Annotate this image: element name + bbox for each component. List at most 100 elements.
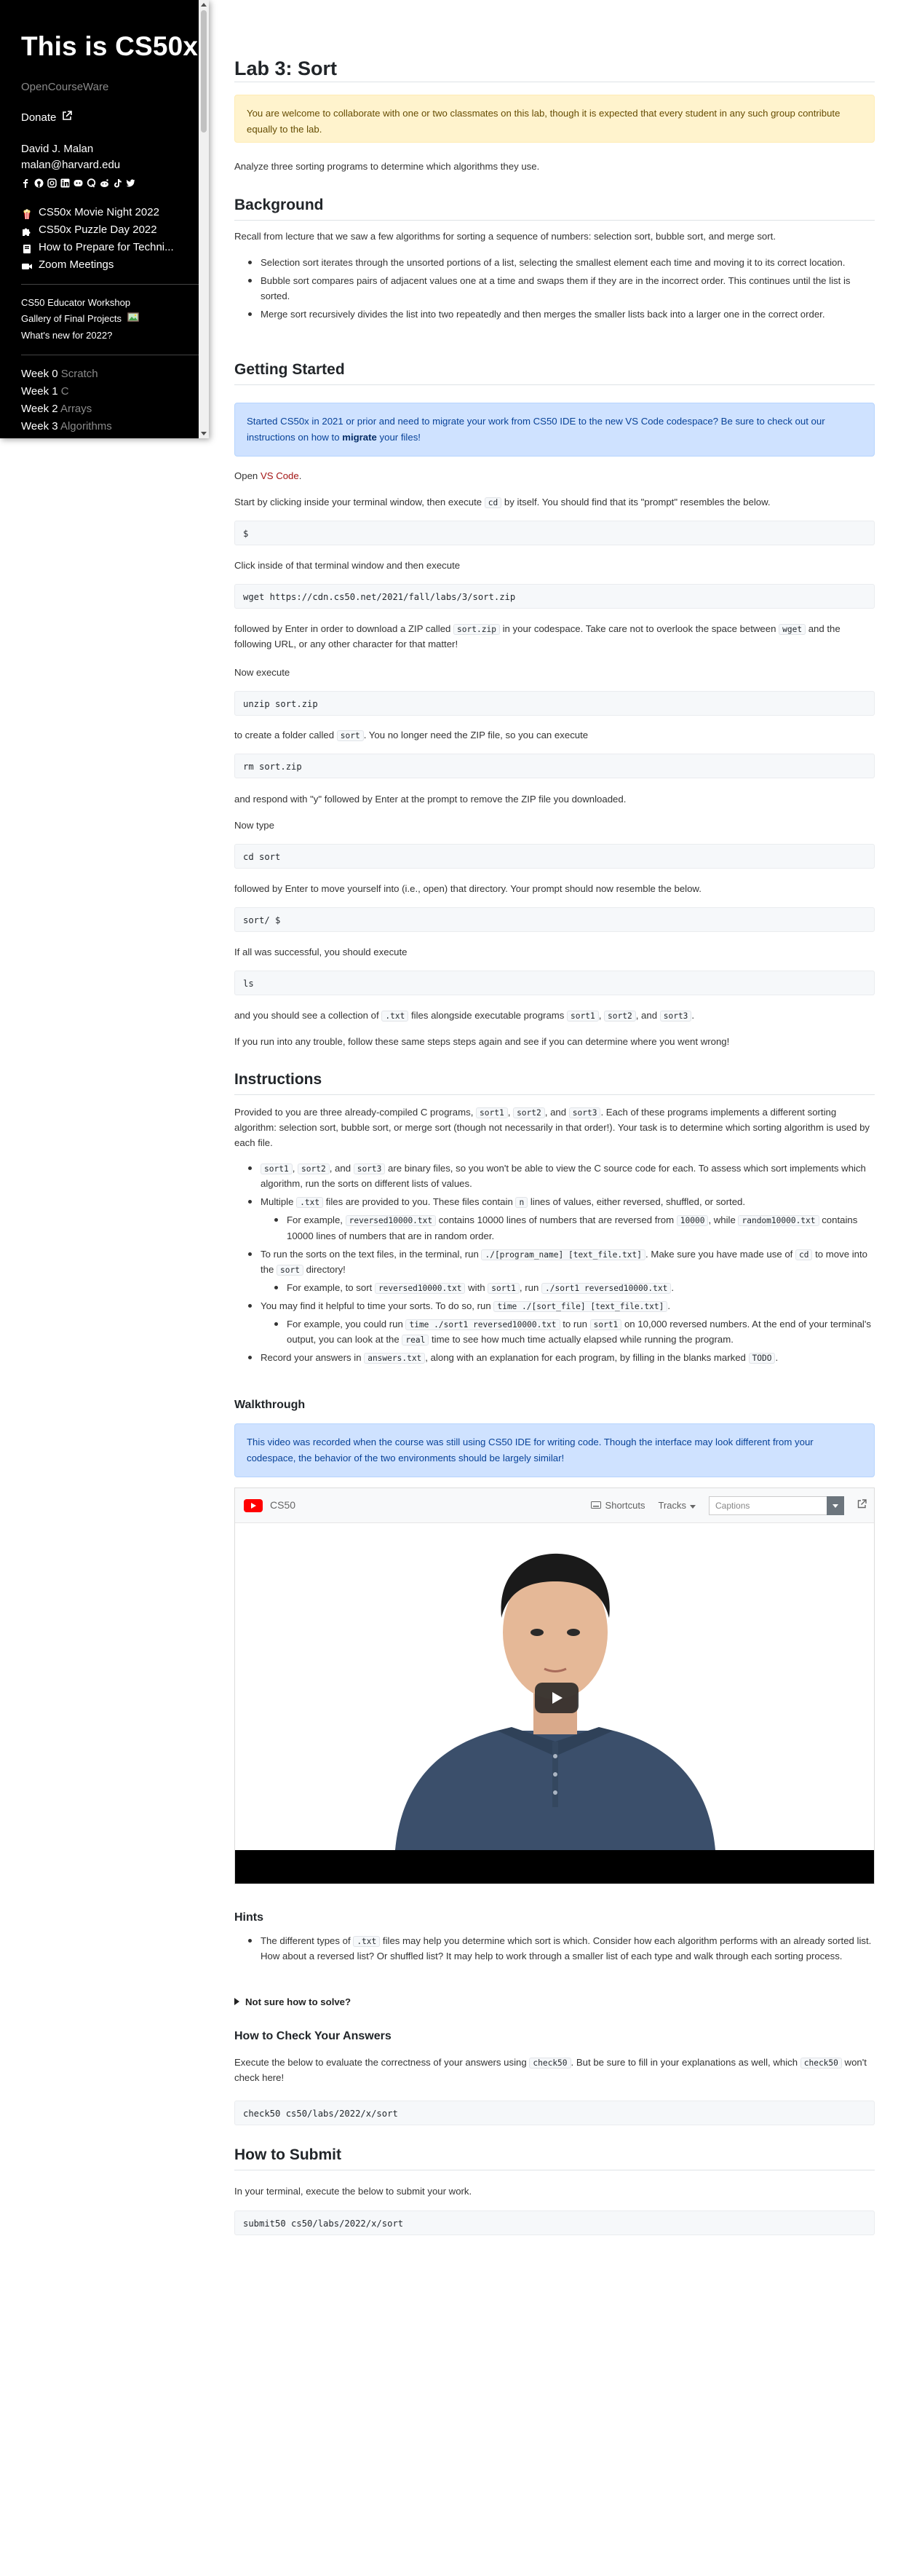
sidebar: This is CS50x OpenCourseWare Donate Davi… [0, 0, 209, 438]
instagram-icon[interactable] [47, 177, 57, 188]
sidebar-item-puzzle-day[interactable]: CS50x Puzzle Day 2022 [21, 221, 209, 239]
captions-dropdown-button[interactable] [827, 1496, 844, 1515]
inline-code: ./[program_name] [text_file.txt] [481, 1249, 646, 1260]
code-block[interactable]: sort/ $ [234, 907, 875, 932]
video-channel-name[interactable]: CS50 [270, 1498, 295, 1513]
inline-code: time ./sort1 reversed10000.txt [405, 1319, 560, 1331]
popcorn-icon [21, 208, 33, 219]
sidebar-item-educator-workshop[interactable]: CS50 Educator Workshop [21, 295, 209, 312]
open-external-icon[interactable] [857, 1498, 867, 1513]
sidebar-item-movie-night[interactable]: CS50x Movie Night 2022 [21, 204, 209, 221]
chevron-down-icon [690, 1498, 696, 1513]
discord-icon[interactable] [73, 177, 83, 186]
open-vscode-text: Open VS Code. [234, 468, 875, 483]
sidebar-divider [21, 283, 200, 285]
text: . [298, 470, 302, 481]
tiktok-icon[interactable] [113, 177, 122, 188]
sidebar-scrollbar[interactable] [199, 0, 209, 438]
week-topic: C [60, 384, 69, 398]
video-letterbox [235, 1850, 874, 1884]
scroll-down-arrow-icon[interactable] [201, 432, 207, 435]
tracks-dropdown[interactable]: Tracks [658, 1498, 696, 1513]
inline-code: ./sort1 reversed10000.txt [541, 1282, 672, 1294]
sidebar-item-label: CS50x Movie Night 2022 [39, 205, 159, 218]
reddit-icon[interactable] [100, 177, 109, 187]
list-item: Multiple .txt files are provided to you.… [234, 1194, 875, 1209]
site-title[interactable]: This is CS50x [21, 31, 209, 62]
text: For example, to sort [287, 1281, 375, 1293]
week-list: Week 0 Scratch Week 1 C Week 2 Arrays We… [21, 366, 209, 435]
sidebar-item-week-0[interactable]: Week 0 Scratch [21, 366, 209, 383]
code-block[interactable]: unzip sort.zip [234, 691, 875, 716]
sidebar-item-week-1[interactable]: Week 1 C [21, 383, 209, 400]
migrate-link[interactable]: migrate [342, 432, 377, 443]
sidebar-item-gallery[interactable]: Gallery of Final Projects [21, 311, 209, 328]
donate-link[interactable]: Donate [21, 110, 209, 127]
sidebar-item-zoom-meetings[interactable]: Zoom Meetings [21, 256, 209, 274]
inline-code: sort1 [589, 1319, 622, 1331]
github-icon[interactable] [34, 177, 44, 188]
puzzle-icon [21, 225, 33, 236]
code-block[interactable]: $ [234, 521, 875, 545]
sidebar-item-week-2[interactable]: Week 2 Arrays [21, 400, 209, 418]
extras-list: CS50 Educator Workshop Gallery of Final … [21, 295, 209, 344]
page-title: Lab 3: Sort [234, 58, 338, 79]
shortcuts-button[interactable]: Shortcuts [590, 1498, 645, 1513]
text: . [671, 1281, 675, 1293]
sidebar-item-prepare-interviews[interactable]: How to Prepare for Techni... [21, 239, 209, 256]
scrollbar-thumb[interactable] [201, 10, 207, 133]
sidebar-item-label: How to Prepare for Techni... [39, 240, 174, 253]
text: . But be sure to fill in your explanatio… [571, 2057, 800, 2068]
video-player[interactable]: CS50 Shortcuts Tracks Captions [234, 1487, 875, 1884]
sidebar-item-week-3[interactable]: Week 3 Algorithms [21, 418, 209, 435]
instructions-heading: Instructions [234, 1071, 322, 1088]
video-toolbar: CS50 Shortcuts Tracks Captions [235, 1488, 874, 1523]
week-number: Week 3 [21, 419, 58, 432]
inline-code: time ./[sort_file] [text_file.txt] [493, 1301, 668, 1312]
list-item: For example, reversed10000.txt contains … [234, 1212, 875, 1243]
now-execute-text: Now execute [234, 667, 290, 678]
inline-code: sort [277, 1264, 303, 1276]
code-block[interactable]: submit50 cs50/labs/2022/x/sort [234, 2210, 875, 2235]
text: lines of values, either reversed, shuffl… [528, 1196, 746, 1208]
vscode-link[interactable]: VS Code [261, 470, 299, 481]
week-number: Week 1 [21, 384, 58, 398]
background-heading: Background [234, 197, 324, 213]
inline-code: reversed10000.txt [345, 1215, 437, 1227]
code-block[interactable]: check50 cs50/labs/2022/x/sort [234, 2101, 875, 2125]
text: . Make sure you have made use of [645, 1248, 795, 1260]
scroll-up-arrow-icon[interactable] [201, 3, 207, 7]
video-frame[interactable] [235, 1523, 874, 1850]
text: files alongside executable programs [408, 1010, 568, 1021]
list-item: For example, to sort reversed10000.txt w… [234, 1280, 875, 1295]
sort-algorithms-list: Selection sort iterates through the unso… [234, 255, 875, 325]
code-block[interactable]: wget https://cdn.cs50.net/2021/fall/labs… [234, 584, 875, 609]
captions-search-input[interactable]: Captions [709, 1496, 844, 1515]
inline-code: TODO [748, 1353, 776, 1364]
collection-text: and you should see a collection of .txt … [234, 1008, 875, 1023]
author-email[interactable]: malan@harvard.edu [21, 157, 209, 174]
solution-toggle[interactable]: Not sure how to solve? [234, 1995, 351, 2010]
inline-code: check50 [529, 2058, 571, 2069]
play-button[interactable] [535, 1683, 579, 1713]
inline-code: sort [336, 730, 364, 741]
sidebar-item-label: Gallery of Final Projects [21, 313, 122, 325]
facebook-icon[interactable] [21, 177, 31, 188]
tracks-label: Tracks [658, 1499, 686, 1511]
code-block[interactable]: rm sort.zip [234, 754, 875, 778]
code-block[interactable]: ls [234, 971, 875, 995]
youtube-logo-icon[interactable] [244, 1498, 263, 1512]
section-divider [234, 220, 875, 221]
quora-icon[interactable] [87, 177, 96, 188]
list-item: You may find it helpful to time your sor… [234, 1298, 875, 1313]
sidebar-item-whats-new[interactable]: What's new for 2022? [21, 328, 209, 344]
text: with [465, 1281, 488, 1293]
site-subtitle[interactable]: OpenCourseWare [21, 79, 209, 96]
instructions-list: sort1, sort2, and sort3 are binary files… [234, 1161, 875, 1369]
migrate-notice: Started CS50x in 2021 or prior and need … [234, 403, 875, 457]
code-block[interactable]: cd sort [234, 844, 875, 869]
inline-code: .txt [353, 1936, 381, 1947]
inline-code: real [402, 1335, 429, 1346]
linkedin-icon[interactable] [60, 177, 70, 188]
twitter-icon[interactable] [126, 177, 135, 187]
